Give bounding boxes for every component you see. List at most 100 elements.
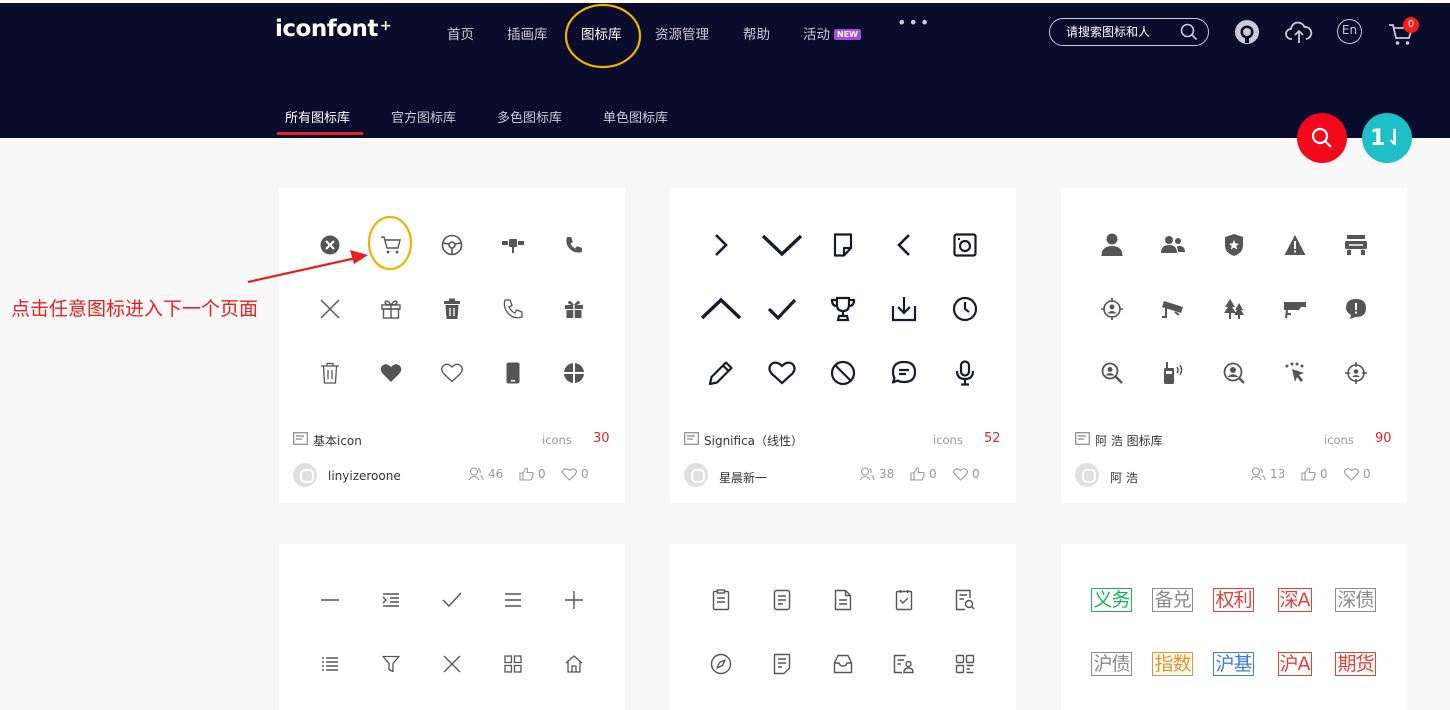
cctv-icon[interactable] bbox=[1142, 277, 1203, 341]
mobile-icon[interactable] bbox=[482, 341, 543, 405]
police-badge-icon[interactable] bbox=[1203, 213, 1264, 277]
close-circle-icon[interactable] bbox=[299, 213, 360, 277]
plus-icon[interactable] bbox=[543, 568, 604, 632]
heart-outline-icon[interactable] bbox=[421, 341, 482, 405]
favorite-count[interactable]: 0 bbox=[1344, 467, 1371, 481]
library-name[interactable]: 阿 浩 图标库 bbox=[1095, 432, 1163, 449]
close-icon[interactable] bbox=[299, 277, 360, 341]
trash-outline-icon[interactable] bbox=[299, 341, 360, 405]
icon-library-card[interactable]: 基本icon icons 30 linyizeroone 46 0 0 bbox=[279, 188, 625, 503]
satellite-icon[interactable] bbox=[482, 213, 543, 277]
word-icon-shen-a[interactable]: 深A bbox=[1264, 568, 1325, 632]
nav-more-icon[interactable]: ••• bbox=[897, 15, 931, 31]
menu-icon[interactable] bbox=[482, 568, 543, 632]
search-input[interactable] bbox=[1066, 23, 1176, 41]
gift-filled-icon[interactable] bbox=[543, 277, 604, 341]
target-circle-icon[interactable] bbox=[543, 341, 604, 405]
tree-icon[interactable] bbox=[1203, 277, 1264, 341]
search-person-icon[interactable] bbox=[1081, 341, 1142, 405]
tray-icon[interactable] bbox=[812, 632, 873, 696]
camera-bullet-icon[interactable] bbox=[1264, 277, 1325, 341]
microphone-icon[interactable] bbox=[934, 341, 995, 405]
language-en-icon[interactable]: En bbox=[1337, 19, 1362, 44]
pencil-icon[interactable] bbox=[690, 341, 751, 405]
chevron-left-icon[interactable] bbox=[873, 213, 934, 277]
library-name[interactable]: 基本icon bbox=[313, 432, 362, 449]
ban-icon[interactable] bbox=[812, 341, 873, 405]
steering-wheel-icon[interactable] bbox=[421, 213, 482, 277]
indent-list-icon[interactable] bbox=[360, 568, 421, 632]
compass-icon[interactable] bbox=[690, 632, 751, 696]
turnstile-icon[interactable] bbox=[1325, 213, 1386, 277]
word-icon-hu-a[interactable]: 沪A bbox=[1264, 632, 1325, 696]
cart-icon[interactable] bbox=[360, 213, 421, 277]
author-name[interactable]: 阿 浩 bbox=[1110, 469, 1138, 486]
filter-icon[interactable] bbox=[360, 632, 421, 696]
word-icon-shenzhai[interactable]: 深债 bbox=[1325, 568, 1386, 632]
warning-icon[interactable] bbox=[1264, 213, 1325, 277]
avatar[interactable] bbox=[684, 463, 708, 487]
route-pointer-icon[interactable] bbox=[1264, 341, 1325, 405]
trash-filled-icon[interactable] bbox=[421, 277, 482, 341]
close-thin-icon[interactable] bbox=[421, 632, 482, 696]
chevron-down-icon[interactable] bbox=[751, 213, 812, 277]
grid-icon[interactable] bbox=[482, 632, 543, 696]
icon-library-card[interactable]: 义务 备兑 权利 深A 深债 沪债 指数 沪基 沪A 期货 bbox=[1061, 544, 1407, 710]
nav-icon-library[interactable]: 图标库 bbox=[581, 23, 622, 43]
doc-corner-icon[interactable] bbox=[812, 568, 873, 632]
like-count[interactable]: 0 bbox=[519, 467, 546, 481]
locate-person-icon[interactable] bbox=[1203, 341, 1264, 405]
floating-sort-button[interactable]: 1⇃ bbox=[1362, 113, 1412, 163]
doc-search-icon[interactable] bbox=[934, 568, 995, 632]
like-count[interactable]: 0 bbox=[1301, 467, 1328, 481]
word-icon-qihuo[interactable]: 期货 bbox=[1325, 632, 1386, 696]
chat-bubble-icon[interactable] bbox=[873, 341, 934, 405]
check-thin-icon[interactable] bbox=[421, 568, 482, 632]
author-name[interactable]: 星晨新一 bbox=[719, 469, 767, 486]
phone-outline-icon[interactable] bbox=[482, 277, 543, 341]
phone-icon[interactable] bbox=[543, 213, 604, 277]
heart-filled-icon[interactable] bbox=[360, 341, 421, 405]
nav-activities[interactable]: 活动 NEW bbox=[803, 23, 861, 43]
nav-home[interactable]: 首页 bbox=[447, 23, 474, 43]
qr-grid-icon[interactable] bbox=[934, 632, 995, 696]
floating-search-button[interactable] bbox=[1297, 113, 1347, 163]
tab-multicolor-libraries[interactable]: 多色图标库 bbox=[497, 107, 562, 126]
gift-outline-icon[interactable] bbox=[360, 277, 421, 341]
camera-square-icon[interactable] bbox=[934, 213, 995, 277]
icon-library-card[interactable]: Significa（线性） icons 52 星晨新一 38 0 0 bbox=[670, 188, 1016, 503]
word-icon-beidui[interactable]: 备兑 bbox=[1142, 568, 1203, 632]
home-icon[interactable] bbox=[543, 632, 604, 696]
group-icon[interactable] bbox=[1142, 213, 1203, 277]
icon-library-card[interactable]: 阿 浩 图标库 icons 90 阿 浩 13 0 0 bbox=[1061, 188, 1407, 503]
walkie-talkie-icon[interactable] bbox=[1142, 341, 1203, 405]
note-icon[interactable] bbox=[812, 213, 873, 277]
target-person-icon[interactable] bbox=[1081, 277, 1142, 341]
favorite-count[interactable]: 0 bbox=[953, 467, 980, 481]
word-icon-yiwu[interactable]: 义务 bbox=[1081, 568, 1142, 632]
github-icon[interactable] bbox=[1234, 19, 1260, 45]
favorite-count[interactable]: 0 bbox=[562, 467, 589, 481]
library-name[interactable]: Significa（线性） bbox=[704, 432, 803, 449]
alert-shield-icon[interactable] bbox=[1325, 277, 1386, 341]
site-logo[interactable]: iconfont + bbox=[275, 16, 392, 42]
doc-clip-icon[interactable] bbox=[690, 568, 751, 632]
minus-icon[interactable] bbox=[299, 568, 360, 632]
avatar[interactable] bbox=[293, 463, 317, 487]
icon-library-card[interactable] bbox=[670, 544, 1016, 710]
heart-outline-icon[interactable] bbox=[751, 341, 812, 405]
doc-person-icon[interactable] bbox=[873, 632, 934, 696]
tab-all-libraries[interactable]: 所有图标库 bbox=[285, 107, 350, 126]
word-icon-huji[interactable]: 沪基 bbox=[1203, 632, 1264, 696]
nav-help[interactable]: 帮助 bbox=[743, 23, 770, 43]
check-icon[interactable] bbox=[751, 277, 812, 341]
nav-illustrations[interactable]: 插画库 bbox=[507, 23, 548, 43]
chevron-right-icon[interactable] bbox=[690, 213, 751, 277]
list-icon[interactable] bbox=[299, 632, 360, 696]
clock-icon[interactable] bbox=[934, 277, 995, 341]
search-icon[interactable] bbox=[1180, 23, 1198, 41]
author-name[interactable]: linyizeroone bbox=[328, 469, 401, 483]
word-icon-quanli[interactable]: 权利 bbox=[1203, 568, 1264, 632]
icon-library-card[interactable] bbox=[279, 544, 625, 710]
tab-official-libraries[interactable]: 官方图标库 bbox=[391, 107, 456, 126]
